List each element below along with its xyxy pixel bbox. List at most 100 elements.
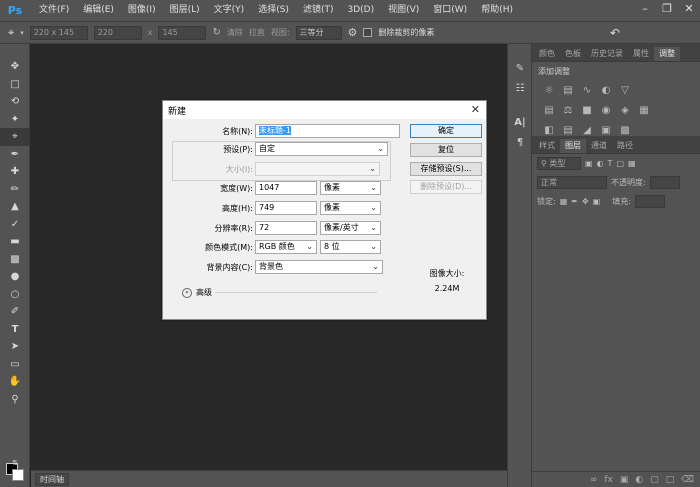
straighten-button[interactable]: 拉直 [249, 27, 265, 38]
delete-cropped-checkbox[interactable] [363, 28, 373, 37]
menu-type[interactable]: 文字(Y) [207, 0, 252, 21]
document-name-input[interactable]: 未标题-1 [255, 124, 400, 138]
height-unit-dropdown[interactable]: 像素 ⌄ [320, 201, 381, 215]
menu-filter[interactable]: 滤镜(T) [296, 0, 341, 21]
tab-swatches[interactable]: 色板 [560, 47, 586, 61]
magic-wand-icon[interactable]: ✦ [0, 111, 30, 129]
history-brush-icon[interactable]: ✓ [0, 216, 30, 234]
hue-saturation-icon[interactable]: ▤ [542, 103, 556, 117]
curves-icon[interactable]: ∿ [580, 83, 594, 97]
filter-pixel-icon[interactable]: ▣ [585, 159, 593, 168]
view-overlay-dropdown[interactable]: 三等分 [295, 25, 342, 40]
new-layer-icon[interactable]: □ [666, 475, 675, 485]
eyedropper-icon[interactable]: ✒ [0, 146, 30, 164]
selective-color-icon[interactable]: ▣ [599, 123, 613, 137]
new-fill-layer-icon[interactable]: ◐ [635, 475, 643, 485]
levels-icon[interactable]: ▤ [561, 83, 575, 97]
menu-3d[interactable]: 3D(D) [340, 0, 381, 21]
tab-adjustments[interactable]: 调整 [654, 47, 680, 61]
lock-image-icon[interactable]: ✒ [571, 197, 578, 206]
close-icon[interactable]: ✕ [682, 2, 696, 15]
reset-icon[interactable]: ↶ [610, 26, 620, 40]
filter-type-icon[interactable]: T [608, 159, 613, 168]
menu-help[interactable]: 帮助(H) [474, 0, 520, 21]
new-group-icon[interactable]: ▢ [650, 475, 659, 485]
close-icon[interactable]: ✕ [471, 103, 480, 116]
zoom-tool-icon[interactable]: ⚲ [0, 391, 30, 409]
move-tool-icon[interactable]: ✥ [0, 58, 30, 76]
crop-preset-dropdown[interactable]: 220 x 145 [29, 25, 88, 40]
clone-stamp-icon[interactable]: ▲ [0, 198, 30, 216]
dodge-tool-icon[interactable]: ○ [0, 286, 30, 304]
lock-position-icon[interactable]: ✥ [582, 197, 589, 206]
crop-tool-icon[interactable]: ⌖ [0, 128, 30, 146]
rectangle-tool-icon[interactable]: ▭ [0, 356, 30, 374]
filter-smart-icon[interactable]: ▦ [628, 159, 636, 168]
brush-presets-icon[interactable]: ✎ [508, 58, 532, 78]
tab-layers[interactable]: 图层 [560, 139, 586, 153]
character-icon[interactable]: A| [508, 112, 532, 132]
type-tool-icon[interactable]: T [0, 321, 30, 339]
menu-edit[interactable]: 编辑(E) [76, 0, 121, 21]
ok-button[interactable]: 确定 [410, 124, 482, 138]
width-input[interactable]: 1047 [255, 181, 317, 195]
tab-history[interactable]: 历史记录 [586, 47, 628, 61]
menu-file[interactable]: 文件(F) [32, 0, 76, 21]
fill-field[interactable] [634, 195, 665, 208]
color-balance-icon[interactable]: ⚖ [561, 103, 575, 117]
opacity-field[interactable] [649, 176, 680, 189]
menu-image[interactable]: 图像(I) [121, 0, 163, 21]
add-mask-icon[interactable]: ▣ [620, 475, 629, 485]
swap-x-label[interactable]: x [148, 28, 153, 37]
reset-button[interactable]: 复位 [410, 143, 482, 157]
exposure-icon[interactable]: ◐ [599, 83, 613, 97]
marquee-tool-icon[interactable]: □ [0, 76, 30, 94]
height-input[interactable]: 749 [255, 201, 317, 215]
delete-layer-icon[interactable]: ⌫ [681, 475, 694, 485]
filter-adjust-icon[interactable]: ◐ [597, 159, 604, 168]
gradient-map-icon[interactable]: ▩ [618, 123, 632, 137]
tab-channels[interactable]: 通道 [586, 139, 612, 153]
channel-mixer-icon[interactable]: ◈ [618, 103, 632, 117]
photo-filter-icon[interactable]: ◉ [599, 103, 613, 117]
brightness-icon[interactable]: ☼ [542, 83, 556, 97]
black-white-icon[interactable]: ■ [580, 103, 594, 117]
paragraph-icon[interactable]: ¶ [508, 132, 532, 152]
hand-tool-icon[interactable]: ✋ [0, 373, 30, 391]
layer-kind-filter[interactable]: ⚲ 类型 [537, 157, 581, 170]
resolution-unit-dropdown[interactable]: 像素/英寸 ⌄ [320, 221, 381, 235]
gear-icon[interactable]: ⚙ [348, 26, 358, 39]
clear-button[interactable]: 清除 [227, 27, 243, 38]
color-mode-dropdown[interactable]: RGB 颜色 ⌄ [255, 240, 317, 254]
width-unit-dropdown[interactable]: 像素 ⌄ [320, 181, 381, 195]
minimize-icon[interactable]: – [638, 2, 652, 15]
crop-width-field[interactable]: 220 [93, 25, 142, 40]
lasso-tool-icon[interactable]: ⟲ [0, 93, 30, 111]
tab-properties[interactable]: 属性 [628, 47, 654, 61]
pen-tool-icon[interactable]: ✐ [0, 303, 30, 321]
preset-dropdown[interactable]: 自定 ⌄ [255, 142, 388, 156]
clone-source-icon[interactable]: ☷ [508, 78, 532, 98]
menu-layer[interactable]: 图层(L) [163, 0, 207, 21]
menu-view[interactable]: 视图(V) [381, 0, 426, 21]
timeline-tab[interactable]: 时间轴 [35, 472, 69, 486]
brush-tool-icon[interactable]: ✏ [0, 181, 30, 199]
resolution-input[interactable]: 72 [255, 221, 317, 235]
menu-window[interactable]: 窗口(W) [426, 0, 474, 21]
vibrance-icon[interactable]: ▽ [618, 83, 632, 97]
fx-icon[interactable]: fx [604, 475, 613, 485]
path-select-icon[interactable]: ➤ [0, 338, 30, 356]
invert-icon[interactable]: ◧ [542, 123, 556, 137]
lock-transparent-icon[interactable]: ▦ [560, 197, 568, 206]
tab-color[interactable]: 颜色 [534, 47, 560, 61]
swap-colors-icon[interactable]: ⇅ [0, 454, 30, 472]
tab-paths[interactable]: 路径 [612, 139, 638, 153]
advanced-toggle[interactable]: » 高级 [182, 287, 212, 298]
tab-styles[interactable]: 样式 [534, 139, 560, 153]
chevron-down-icon[interactable]: ▾ [20, 29, 24, 37]
blend-mode-dropdown[interactable]: 正常 [537, 176, 607, 189]
bit-depth-dropdown[interactable]: 8 位 ⌄ [320, 240, 381, 254]
color-lookup-icon[interactable]: ▦ [637, 103, 651, 117]
threshold-icon[interactable]: ◢ [580, 123, 594, 137]
background-contents-dropdown[interactable]: 背景色 ⌄ [255, 260, 383, 274]
